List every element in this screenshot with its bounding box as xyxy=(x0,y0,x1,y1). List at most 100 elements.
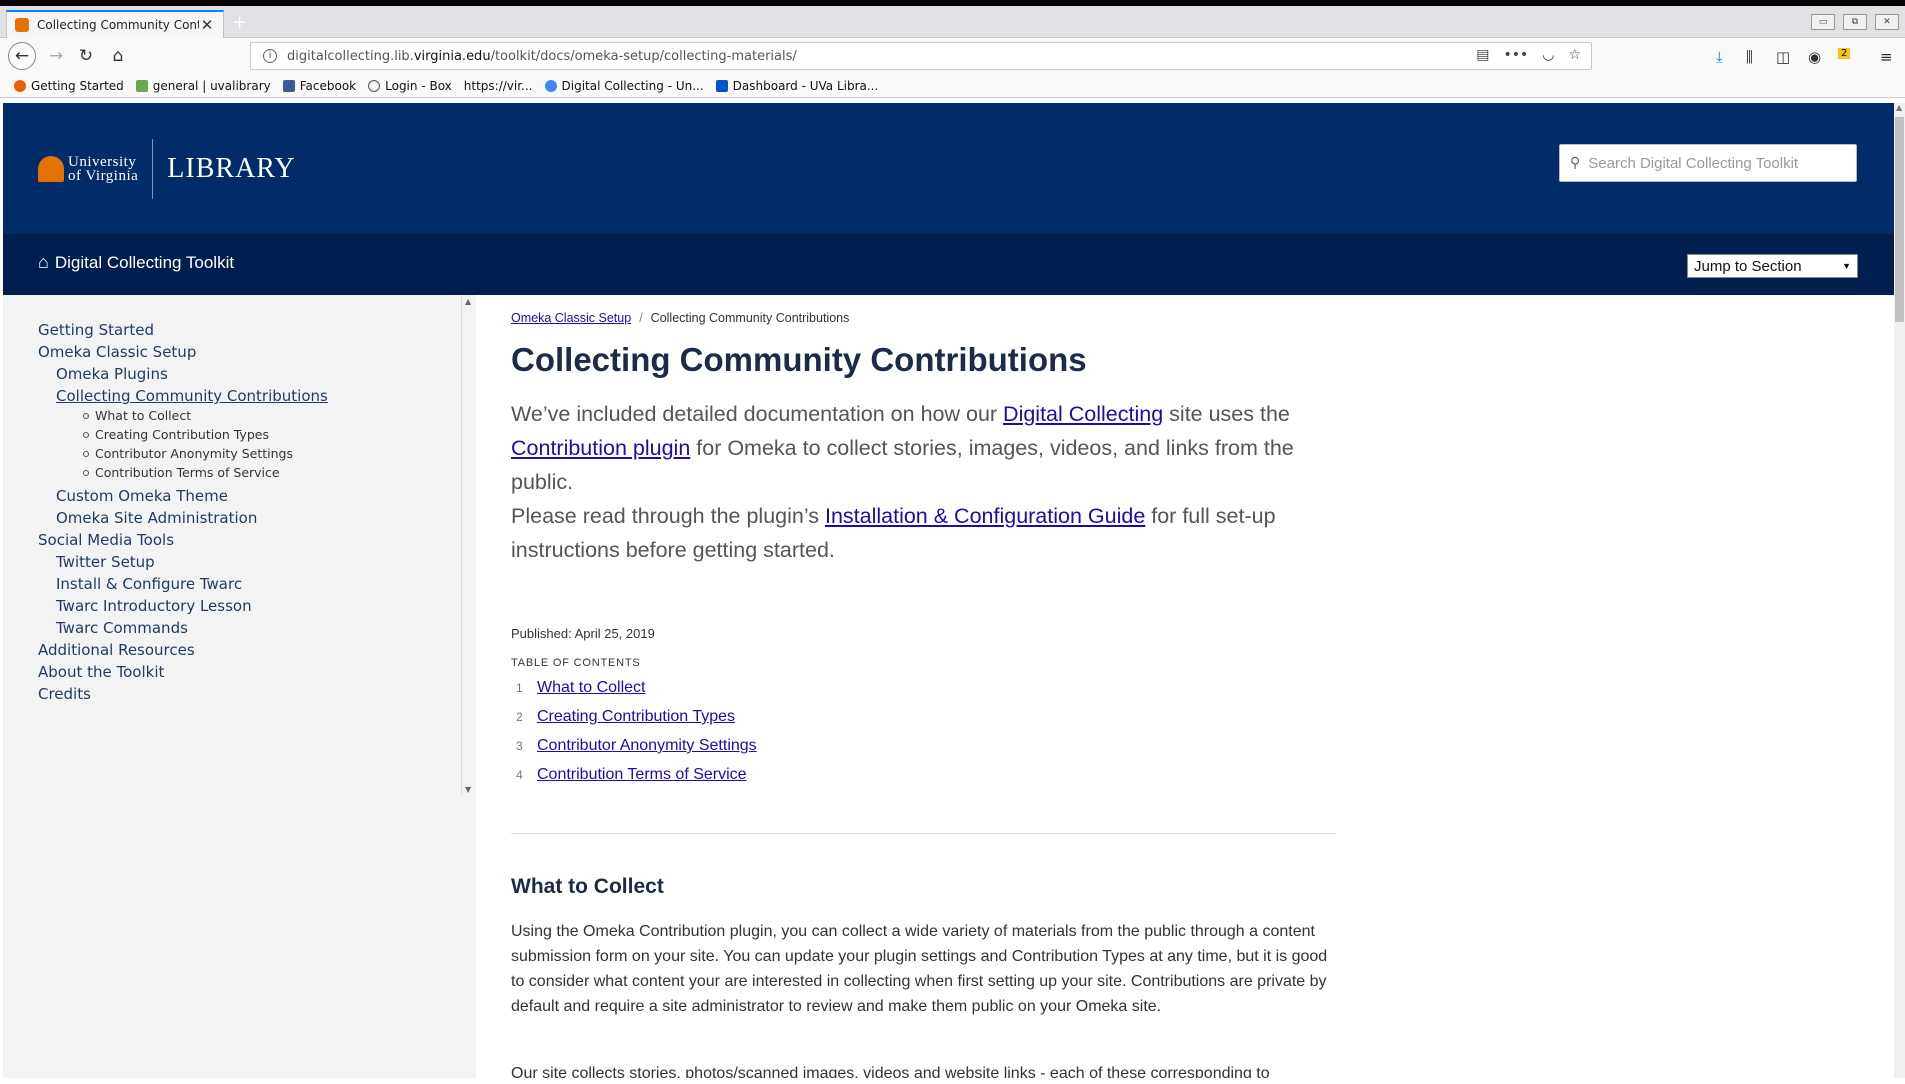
scroll-up-icon[interactable]: ▲ xyxy=(465,297,471,306)
bookmark-dashboard[interactable]: Dashboard - UVa Libra... xyxy=(715,79,878,93)
toc-heading: TABLE OF CONTENTS xyxy=(511,657,641,669)
section-body-continued: Our site collects stories, photos/scanne… xyxy=(511,1065,1270,1078)
bookmark-facebook[interactable]: Facebook xyxy=(282,79,356,93)
bookmark-getting-started[interactable]: Getting Started xyxy=(14,79,124,93)
toc-link-contributor-anonymity[interactable]: Contributor Anonymity Settings xyxy=(537,737,757,755)
bookmark-login-box[interactable]: Login - Box xyxy=(368,79,452,93)
download-icon[interactable]: ⤓ xyxy=(1716,48,1723,66)
bookmarks-bar: Getting Started general | uvalibrary Fac… xyxy=(0,74,1905,98)
new-tab-icon[interactable]: + xyxy=(232,12,247,33)
bullet-icon xyxy=(83,431,89,438)
sidebar-item-custom-omeka-theme[interactable]: Custom Omeka Theme xyxy=(56,487,228,505)
docs-sidebar: Getting Started Omeka Classic Setup Omek… xyxy=(3,295,476,1078)
sidebar-item-social-media-tools[interactable]: Social Media Tools xyxy=(38,531,174,549)
menu-icon[interactable]: ≡ xyxy=(1880,48,1893,66)
library-icon[interactable]: ⫼ xyxy=(1746,48,1753,66)
uva-favicon-icon xyxy=(15,18,29,32)
toc-link-what-to-collect[interactable]: What to Collect xyxy=(537,679,645,697)
page-title: Collecting Community Contributions xyxy=(511,341,1087,378)
sidebar-item-twarc-commands[interactable]: Twarc Commands xyxy=(56,619,188,637)
logo-divider xyxy=(152,139,154,199)
search-input[interactable] xyxy=(1588,154,1856,172)
close-tab-icon[interactable]: ✕ xyxy=(199,16,215,34)
toc-link-terms-of-service[interactable]: Contribution Terms of Service xyxy=(537,766,747,784)
bookmark-star-icon[interactable]: ☆ xyxy=(1568,47,1581,63)
section-heading-what-to-collect: What to Collect xyxy=(511,875,664,898)
home-icon[interactable]: ⌂ xyxy=(104,42,132,70)
navigation-bar: ← → ↻ ⌂ i digitalcollecting.lib.virginia… xyxy=(0,38,1905,74)
toolkit-nav: ⌂ Digital Collecting Toolkit Jump to Sec… xyxy=(3,234,1894,295)
search-box[interactable]: ⚲ xyxy=(1559,144,1857,182)
toc-item: 3 Contributor Anonymity Settings xyxy=(516,737,757,755)
bookmark-general-uvalibrary[interactable]: general | uvalibrary xyxy=(135,79,271,93)
bullet-icon xyxy=(83,412,89,419)
breadcrumb-separator: / xyxy=(639,311,643,325)
forward-icon[interactable]: → xyxy=(42,42,70,70)
toolkit-home-link[interactable]: ⌂ Digital Collecting Toolkit xyxy=(38,252,234,273)
reload-icon[interactable]: ↻ xyxy=(72,42,100,70)
sidebar-scrollbar[interactable]: ▲ ▼ xyxy=(461,295,475,795)
close-window-icon[interactable]: ✕ xyxy=(1875,14,1899,30)
pocket-icon[interactable]: ◡ xyxy=(1542,47,1554,63)
toc-link-creating-contribution-types[interactable]: Creating Contribution Types xyxy=(537,708,735,726)
account-icon[interactable]: ◉ xyxy=(1808,48,1821,66)
sidebar-item-getting-started[interactable]: Getting Started xyxy=(38,321,154,339)
tab-bar: Collecting Community Contrib ✕ + ▭ ⧉ ✕ xyxy=(0,6,1905,38)
sidebar-item-twarc-introductory-lesson[interactable]: Twarc Introductory Lesson xyxy=(56,597,252,615)
toc-item: 1 What to Collect xyxy=(516,679,646,697)
minimize-icon[interactable]: ▭ xyxy=(1811,14,1835,30)
google-icon xyxy=(544,79,557,92)
contribution-plugin-link[interactable]: Contribution plugin xyxy=(511,436,690,460)
section-divider xyxy=(511,833,1336,834)
library-wordmark: LIBRARY xyxy=(167,153,296,184)
uva-library-logo[interactable]: University of Virginia LIBRARY xyxy=(38,139,296,199)
intro-paragraph: We’ve included detailed documentation on… xyxy=(511,402,1294,494)
sidebar-item-about-toolkit[interactable]: About the Toolkit xyxy=(38,663,164,681)
extension-badge[interactable]: 2 xyxy=(1838,48,1851,59)
facebook-icon xyxy=(282,79,295,92)
globe-icon xyxy=(368,79,381,92)
web-page: Universityof Virginia LIBRARY ⚲ ⌂ Digita… xyxy=(3,103,1894,1078)
bookmark-vir[interactable]: https://vir... xyxy=(464,79,533,93)
browser-tab[interactable]: Collecting Community Contrib ✕ xyxy=(6,10,224,38)
tab-title: Collecting Community Contrib xyxy=(37,18,199,32)
firefox-icon xyxy=(14,79,26,92)
reader-view-icon[interactable]: ▤ xyxy=(1476,47,1489,63)
sidebar-item-omeka-site-administration[interactable]: Omeka Site Administration xyxy=(56,509,257,527)
toc-item: 2 Creating Contribution Types xyxy=(516,708,736,726)
home-icon: ⌂ xyxy=(38,252,49,272)
sidebar-subitem-what-to-collect[interactable]: What to Collect xyxy=(83,408,191,423)
page-actions-icon[interactable]: ••• xyxy=(1503,47,1528,63)
back-icon[interactable]: ← xyxy=(8,42,36,70)
page-scrollbar[interactable]: ▲ xyxy=(1894,103,1905,1078)
restore-icon[interactable]: ⧉ xyxy=(1843,14,1867,30)
sidebar-subitem-terms-of-service[interactable]: Contribution Terms of Service xyxy=(83,465,280,480)
bullet-icon xyxy=(83,450,89,457)
sidebar-item-omeka-plugins[interactable]: Omeka Plugins xyxy=(56,365,168,383)
jump-to-section-select[interactable]: Jump to Section ▼ xyxy=(1687,254,1858,278)
sidebar-subitem-creating-contribution-types[interactable]: Creating Contribution Types xyxy=(83,427,269,442)
confluence-icon xyxy=(715,79,728,92)
sidebar-item-credits[interactable]: Credits xyxy=(38,685,91,703)
breadcrumb-link-omeka-classic-setup[interactable]: Omeka Classic Setup xyxy=(511,311,631,325)
breadcrumb-current: Collecting Community Contributions xyxy=(650,311,850,325)
sidebar-subitem-contributor-anonymity[interactable]: Contributor Anonymity Settings xyxy=(83,446,293,461)
scroll-down-icon[interactable]: ▼ xyxy=(465,785,471,794)
sidebar-item-omeka-classic-setup[interactable]: Omeka Classic Setup xyxy=(38,343,196,361)
address-bar[interactable]: i digitalcollecting.lib.virginia.edu/too… xyxy=(250,42,1592,70)
digital-collecting-link[interactable]: Digital Collecting xyxy=(1003,402,1163,426)
installation-guide-link[interactable]: Installation & Configuration Guide xyxy=(825,504,1145,528)
setup-paragraph: Please read through the plugin’s Install… xyxy=(511,504,1276,562)
scroll-up-icon[interactable]: ▲ xyxy=(1896,103,1902,112)
scrollbar-thumb[interactable] xyxy=(1895,117,1904,322)
sidebar-item-collecting-community-contributions[interactable]: Collecting Community Contributions xyxy=(56,387,328,405)
sidebar-item-twitter-setup[interactable]: Twitter Setup xyxy=(56,553,155,571)
site-info-icon[interactable]: i xyxy=(263,49,277,63)
url-text: digitalcollecting.lib.virginia.edu/toolk… xyxy=(287,48,797,64)
jump-select-value: Jump to Section xyxy=(1694,257,1802,275)
sidebar-toggle-icon[interactable]: ◫ xyxy=(1776,48,1790,66)
breadcrumb: Omeka Classic Setup / Collecting Community… xyxy=(511,311,849,325)
sidebar-item-additional-resources[interactable]: Additional Resources xyxy=(38,641,195,659)
sidebar-item-install-configure-twarc[interactable]: Install & Configure Twarc xyxy=(56,575,242,593)
bookmark-digital-collecting[interactable]: Digital Collecting - Un... xyxy=(544,79,704,93)
